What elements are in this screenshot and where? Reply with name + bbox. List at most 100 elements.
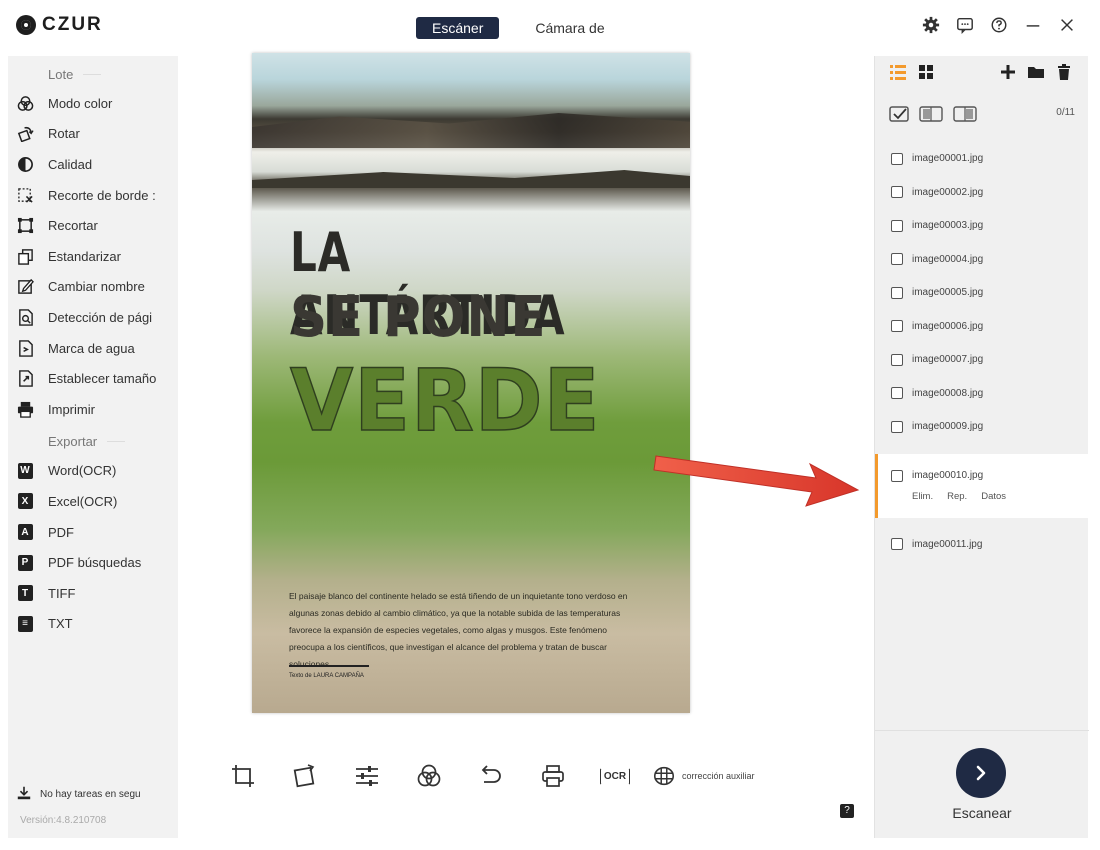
menu-page-detection[interactable]: Detección de pági xyxy=(8,302,178,333)
help-icon[interactable] xyxy=(990,16,1008,34)
export-excel[interactable]: X Excel(OCR) xyxy=(8,486,178,517)
file-checkbox[interactable] xyxy=(891,538,903,551)
tiff-icon: T xyxy=(16,584,34,602)
menu-quality[interactable]: Calidad xyxy=(8,149,178,180)
select-all-icon[interactable] xyxy=(889,105,911,128)
settings-gear-icon[interactable] xyxy=(922,16,940,34)
menu-rename[interactable]: Cambiar nombre xyxy=(8,272,178,303)
file-checkbox[interactable] xyxy=(891,353,903,366)
task-status[interactable]: No hay tareas en segu xyxy=(16,785,141,804)
tool-adjust[interactable] xyxy=(336,758,398,794)
aux-correction-button[interactable]: corrección auxiliar xyxy=(652,764,755,788)
file-item[interactable]: image00005.jpg xyxy=(875,276,1089,310)
file-name: image00010.jpg xyxy=(912,470,984,481)
file-item[interactable]: image00002.jpg xyxy=(875,176,1089,210)
delete-file-link[interactable]: Elim. xyxy=(912,491,933,502)
folder-icon[interactable] xyxy=(1027,63,1045,81)
list-view-icon[interactable] xyxy=(889,63,907,81)
menu-edge-crop[interactable]: Recorte de borde : xyxy=(8,180,178,211)
file-item[interactable]: image00011.jpg xyxy=(875,528,1089,562)
export-txt[interactable]: ≡ TXT xyxy=(8,609,178,640)
file-checkbox[interactable] xyxy=(891,469,903,482)
file-checkbox[interactable] xyxy=(891,286,903,299)
file-item[interactable]: image00009.jpg xyxy=(875,410,1089,444)
file-checkbox[interactable] xyxy=(891,186,903,199)
menu-print[interactable]: Imprimir xyxy=(8,394,178,425)
export-tiff[interactable]: T TIFF xyxy=(8,578,178,609)
txt-icon: ≡ xyxy=(16,615,34,633)
pdf-icon: A xyxy=(16,523,34,541)
tool-crop[interactable] xyxy=(212,758,274,794)
select-right-pages-icon[interactable] xyxy=(953,105,977,128)
tab-scanner[interactable]: Escáner xyxy=(416,17,500,39)
print-icon xyxy=(542,765,564,787)
color-mode-icon xyxy=(16,94,34,112)
file-checkbox[interactable] xyxy=(891,387,903,400)
help-mini-icon[interactable]: ? xyxy=(840,804,854,818)
rescan-file-link[interactable]: Rep. xyxy=(947,491,967,502)
add-icon[interactable] xyxy=(999,63,1017,81)
trash-icon[interactable] xyxy=(1055,63,1073,81)
file-actions: Elim. Rep. Datos xyxy=(912,491,1006,502)
file-item[interactable]: image00006.jpg xyxy=(875,310,1089,344)
feedback-message-icon[interactable] xyxy=(956,16,974,34)
file-checkbox[interactable] xyxy=(891,253,903,266)
grid-view-icon[interactable] xyxy=(917,63,935,81)
file-name: image00001.jpg xyxy=(912,153,984,165)
menu-label: Calidad xyxy=(48,156,93,172)
app-logo: CZUR xyxy=(16,14,103,36)
file-item-selected[interactable]: image00010.jpg Elim. Rep. Datos xyxy=(875,453,1089,518)
file-list: image00001.jpg image00002.jpg image00003… xyxy=(875,142,1089,561)
file-name: image00004.jpg xyxy=(912,253,984,265)
scan-label[interactable]: Escanear xyxy=(875,805,1089,821)
mode-tabs: Escáner Cámara de xyxy=(416,17,621,39)
scan-area: Escanear xyxy=(875,730,1089,838)
file-item[interactable]: image00001.jpg xyxy=(875,142,1089,176)
menu-crop[interactable]: Recortar xyxy=(8,210,178,241)
menu-label: Marca de agua xyxy=(48,340,135,356)
file-panel-toolbar xyxy=(875,56,1089,88)
file-item[interactable]: image00004.jpg xyxy=(875,243,1089,277)
tab-camera[interactable]: Cámara de xyxy=(519,17,620,39)
file-details-link[interactable]: Datos xyxy=(981,491,1006,502)
file-item[interactable]: image00003.jpg xyxy=(875,209,1089,243)
headline-line-3: VERDE xyxy=(289,350,601,452)
rotate-icon xyxy=(16,125,34,143)
menu-color-mode[interactable]: Modo color xyxy=(8,88,178,119)
select-left-pages-icon[interactable] xyxy=(919,105,943,128)
ocr-icon: OCR xyxy=(599,767,631,785)
file-name: image00003.jpg xyxy=(912,220,984,232)
export-word[interactable]: W Word(OCR) xyxy=(8,456,178,487)
export-pdf-searchable[interactable]: P PDF búsquedas xyxy=(8,547,178,578)
scan-button[interactable] xyxy=(956,748,1006,798)
file-checkbox[interactable] xyxy=(891,420,903,433)
file-name: image00009.jpg xyxy=(912,421,984,433)
word-icon: W xyxy=(16,462,34,480)
menu-label: PDF xyxy=(48,524,74,540)
menu-watermark[interactable]: Marca de agua xyxy=(8,333,178,364)
menu-label: Recorte de borde : xyxy=(48,187,156,203)
window-controls xyxy=(922,16,1076,34)
file-name: image00002.jpg xyxy=(912,186,984,198)
preview-area: LA ANTÁRTIDA SE PONE VERDE El paisaje bl… xyxy=(178,53,874,838)
tool-ocr[interactable]: OCR xyxy=(584,758,646,794)
file-item[interactable]: image00008.jpg xyxy=(875,377,1089,411)
tool-rotate[interactable] xyxy=(274,758,336,794)
crop-icon xyxy=(232,765,254,787)
file-checkbox[interactable] xyxy=(891,219,903,232)
menu-rotate[interactable]: Rotar xyxy=(8,119,178,150)
menu-set-size[interactable]: Establecer tamaño xyxy=(8,363,178,394)
tool-undo[interactable] xyxy=(460,758,522,794)
close-icon[interactable] xyxy=(1058,16,1076,34)
file-item[interactable]: image00007.jpg xyxy=(875,343,1089,377)
czur-logo-icon xyxy=(16,15,36,35)
minimize-icon[interactable] xyxy=(1024,16,1042,34)
tool-print[interactable] xyxy=(522,758,584,794)
file-checkbox[interactable] xyxy=(891,320,903,333)
file-checkbox[interactable] xyxy=(891,152,903,165)
tool-color[interactable] xyxy=(398,758,460,794)
scanned-page-image[interactable]: LA ANTÁRTIDA SE PONE VERDE El paisaje bl… xyxy=(252,53,690,713)
export-pdf[interactable]: A PDF xyxy=(8,517,178,548)
menu-label: PDF búsquedas xyxy=(48,555,142,571)
menu-standardize[interactable]: Estandarizar xyxy=(8,241,178,272)
